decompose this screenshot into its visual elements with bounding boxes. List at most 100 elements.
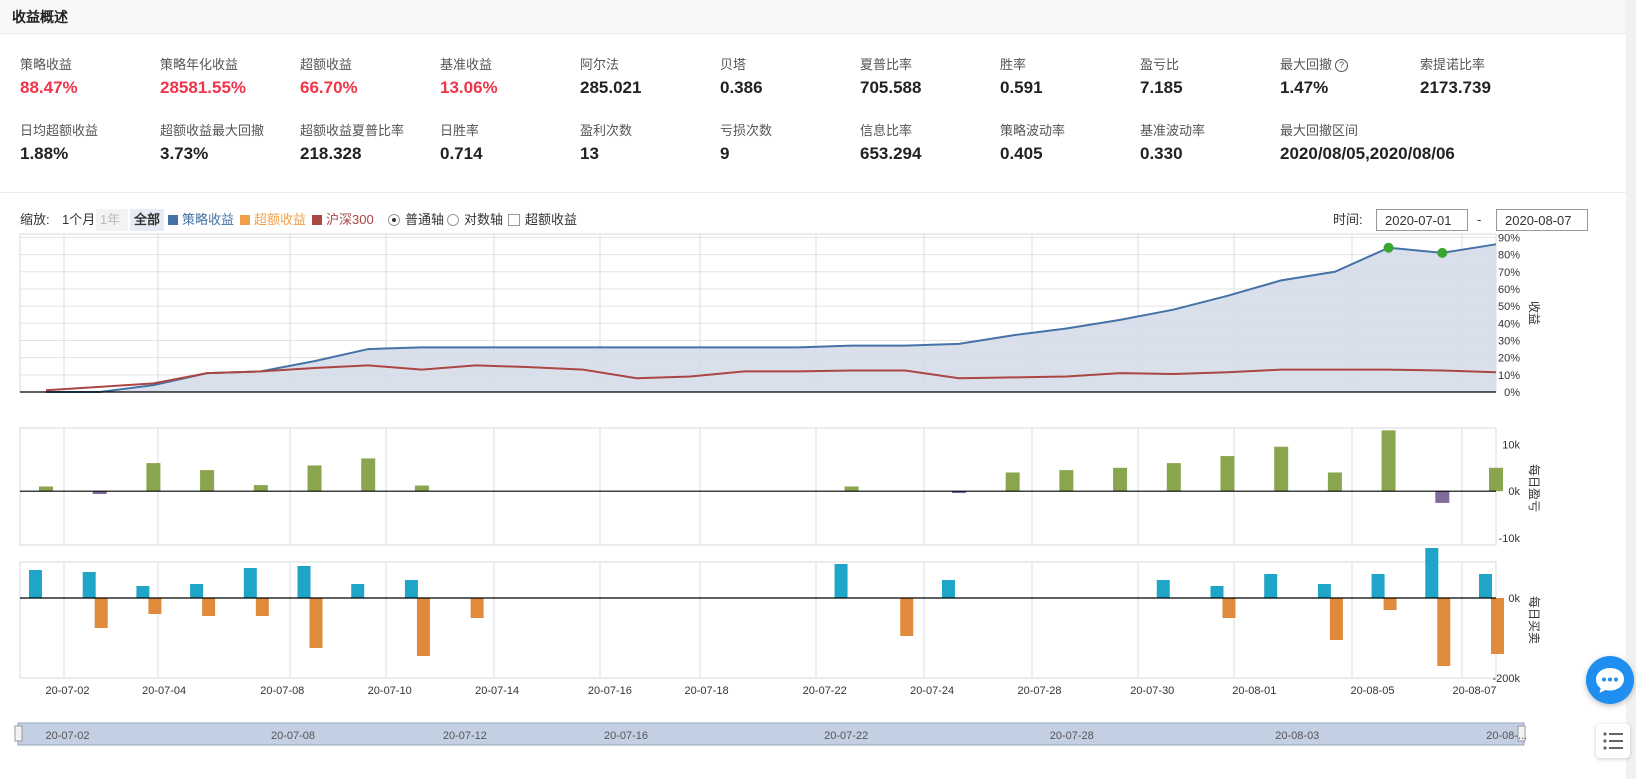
zoom-all-button[interactable]: 全部	[130, 209, 165, 231]
legend-excess[interactable]: 超额收益	[240, 209, 306, 231]
y-tick-label: -200k	[1492, 673, 1520, 685]
stat-label-row: 最大回撤?	[1280, 54, 1420, 73]
sell-bar	[94, 598, 108, 628]
section-header: 收益概述	[0, 0, 1626, 34]
legend-excess-label: 超额收益	[254, 212, 307, 227]
stat-value: 1.47%	[1280, 78, 1329, 97]
chat-button[interactable]	[1586, 656, 1634, 704]
sell-bar	[900, 598, 914, 636]
pnl-bar	[1059, 470, 1074, 492]
navigator-handle-left[interactable]	[14, 725, 23, 742]
y-axis-label: 每日盈亏	[1527, 464, 1542, 512]
sell-bar	[470, 598, 484, 618]
stat-item: 索提诺比率 2173.739	[1420, 54, 1560, 98]
excess-checkbox-label: 超额收益	[525, 212, 578, 227]
normal-axis-radio[interactable]: 普通轴	[388, 209, 444, 231]
stat-item: 基准收益 13.06%	[440, 54, 580, 98]
navigator-label: 20-07-02	[45, 730, 89, 742]
buy-bar	[1156, 580, 1170, 598]
navigator-label: 20-07-08	[271, 730, 315, 742]
x-tick-label: 20-07-14	[475, 685, 519, 697]
buy-bar	[1425, 548, 1439, 598]
legend-swatch	[312, 215, 322, 225]
stat-label: 夏普比率	[860, 57, 913, 72]
stat-item: 策略年化收益 28581.55%	[160, 54, 300, 98]
list-icon	[1603, 732, 1623, 750]
buy-bar	[404, 580, 418, 598]
legend-swatch	[168, 215, 178, 225]
navigator-label: 20-07-22	[824, 730, 868, 742]
stat-label: 最大回撤	[1280, 57, 1333, 72]
x-tick-label: 20-08-05	[1350, 685, 1394, 697]
pnl-bar	[1381, 430, 1396, 492]
date-to-input[interactable]	[1496, 209, 1588, 231]
pnl-bar	[361, 458, 376, 492]
stat-item: 夏普比率 705.588	[860, 54, 1000, 98]
legend-hs300[interactable]: 沪深300	[312, 209, 374, 231]
stat-label: 超额收益最大回撤	[160, 123, 265, 138]
stat-value: 653.294	[860, 144, 922, 163]
y-tick-label: 20%	[1498, 353, 1520, 365]
legend-swatch	[240, 215, 250, 225]
performance-chart[interactable]: 0% 10% 20% 30% 40% 50% 60% 70% 80% 90% 收益 -10k 0k 10k…	[0, 230, 1626, 779]
stat-label: 索提诺比率	[1420, 57, 1486, 72]
stat-label: 超额收益	[300, 57, 353, 72]
stat-label: 胜率	[1000, 57, 1027, 72]
y-tick-label: 50%	[1498, 301, 1520, 313]
pnl-bar	[1435, 491, 1450, 503]
x-tick-label: 20-07-02	[45, 685, 89, 697]
pnl-bar	[253, 485, 268, 492]
question-circle-icon[interactable]: ?	[1335, 59, 1349, 72]
buy-bar	[1210, 586, 1224, 598]
divider	[0, 192, 1626, 193]
sell-bar	[255, 598, 269, 616]
stat-value: 218.328	[300, 144, 362, 163]
stat-label: 最大回撤区间	[1280, 123, 1359, 138]
y-axis-label: 收益	[1527, 301, 1541, 325]
sell-bar	[1329, 598, 1343, 640]
stat-item: 最大回撤? 1.47%	[1280, 54, 1420, 98]
sell-bar	[416, 598, 430, 656]
stat-value: 0.714	[440, 144, 483, 163]
zoom-1month-button[interactable]: 1个月	[58, 209, 99, 231]
sell-bar	[1437, 598, 1451, 666]
log-axis-radio[interactable]: 对数轴	[447, 209, 503, 231]
time-label: 时间:	[1333, 212, 1363, 227]
page: 收益概述 策略收益 88.47% 策略年化收益 28581.55% 超额收益 66.70%…	[0, 0, 1636, 779]
stat-label: 策略收益	[20, 57, 73, 72]
stat-value: 3.73%	[160, 144, 209, 163]
pnl-bar	[307, 465, 322, 492]
zoom-label: 缩放:	[20, 212, 50, 227]
log-axis-label: 对数轴	[464, 212, 504, 227]
sell-bar	[1383, 598, 1397, 610]
sell-bar	[309, 598, 323, 648]
stat-value: 0.386	[720, 78, 763, 97]
date-from-input[interactable]	[1376, 209, 1468, 231]
radio-icon	[447, 214, 459, 226]
x-tick-label: 20-08-01	[1232, 685, 1276, 697]
stat-item: 超额收益最大回撤 3.73%	[160, 120, 300, 164]
stat-value: 13.06%	[440, 78, 498, 97]
navigator-label: 20-07-12	[443, 730, 487, 742]
zoom-1year-button[interactable]: 1年	[96, 209, 128, 231]
excess-checkbox[interactable]: 超额收益	[508, 209, 577, 231]
pnl-bar	[1113, 467, 1128, 492]
buy-bar	[297, 566, 311, 598]
stat-label: 日均超额收益	[20, 123, 99, 138]
y-tick-label: 40%	[1498, 318, 1520, 330]
y-axis-label: 每日买卖	[1527, 596, 1542, 644]
list-button[interactable]	[1596, 724, 1630, 758]
x-tick-label: 20-07-24	[910, 685, 954, 697]
navigator-label: 20-07-28	[1050, 730, 1094, 742]
stat-label: 盈利次数	[580, 123, 633, 138]
legend-strategy[interactable]: 策略收益	[168, 209, 234, 231]
stat-label: 基准波动率	[1140, 123, 1206, 138]
navigator-label: 20-08-03	[1275, 730, 1319, 742]
x-tick-label: 20-07-08	[260, 685, 304, 697]
stat-item: 盈亏比 7.185	[1140, 54, 1280, 98]
x-tick-label: 20-07-04	[142, 685, 186, 697]
stat-value: 2020/08/05,2020/08/06	[1280, 144, 1455, 163]
date-separator: -	[1477, 212, 1482, 227]
stat-value: 285.021	[580, 78, 642, 97]
stat-label: 贝塔	[720, 57, 747, 72]
